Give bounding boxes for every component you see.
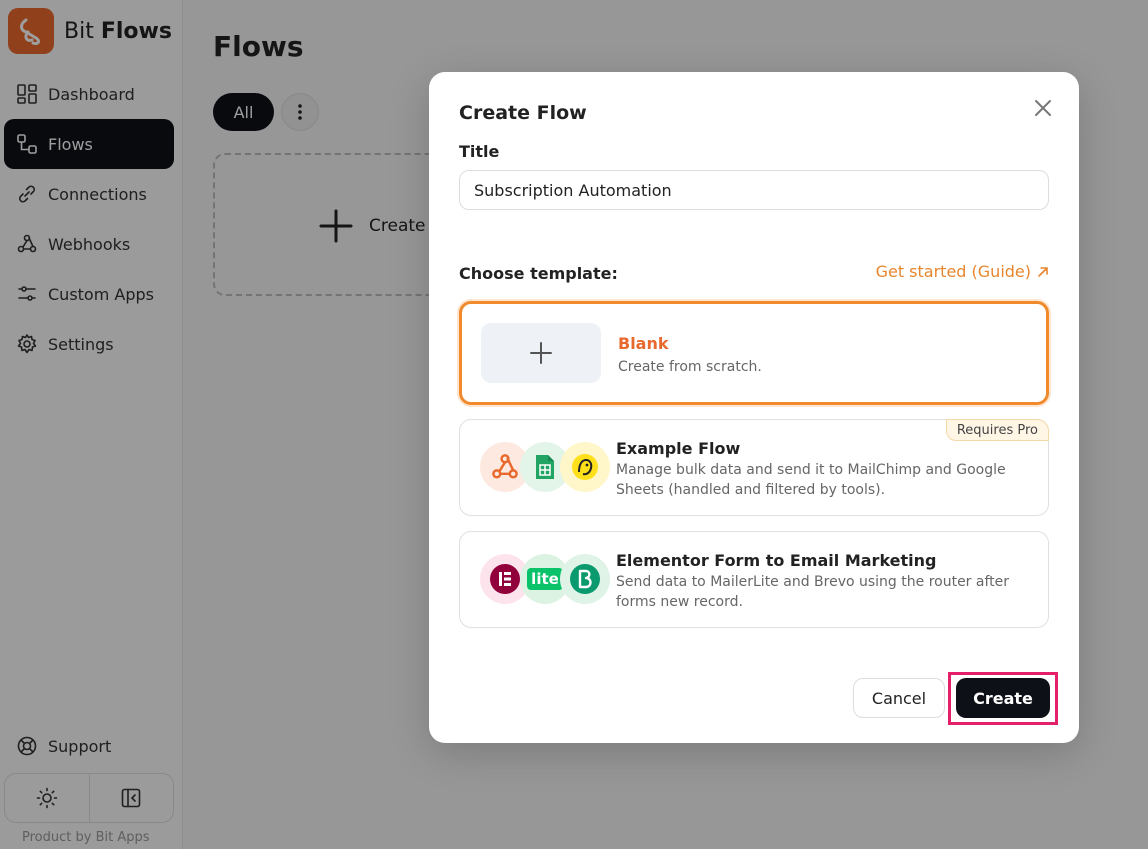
template-app-icons: lite: [480, 554, 610, 606]
template-description: Manage bulk data and send it to MailChim…: [616, 462, 1006, 498]
requires-pro-badge: Requires Pro: [945, 419, 1049, 441]
close-button[interactable]: [1031, 96, 1055, 120]
blank-thumbnail: [481, 323, 601, 383]
choose-template-label: Choose template:: [459, 264, 618, 283]
template-app-icons: [480, 442, 610, 494]
title-input[interactable]: [459, 170, 1049, 210]
template-elementor-form[interactable]: lite Elementor Form to Email Marketing S…: [459, 531, 1049, 628]
template-blank[interactable]: Blank Create from scratch.: [459, 301, 1049, 405]
brevo-icon: [560, 554, 610, 604]
template-description: Create from scratch.: [618, 359, 762, 375]
template-description: Send data to MailerLite and Brevo using …: [616, 574, 1010, 610]
close-icon: [1035, 100, 1051, 116]
external-link-icon: [1038, 266, 1048, 277]
template-name: Elementor Form to Email Marketing: [616, 551, 937, 570]
create-flow-modal: Create Flow Title Choose template: Get s…: [429, 72, 1079, 743]
mailchimp-icon: [560, 442, 610, 492]
mailerlite-icon-text: lite: [527, 568, 563, 590]
plus-icon: [530, 342, 552, 364]
template-name: Blank: [618, 334, 669, 353]
title-label: Title: [459, 142, 500, 161]
modal-title: Create Flow: [459, 102, 587, 124]
create-button[interactable]: Create: [956, 678, 1050, 718]
guide-link-label: Get started (Guide): [875, 262, 1031, 281]
template-name: Example Flow: [616, 439, 741, 458]
cancel-button[interactable]: Cancel: [853, 678, 945, 718]
guide-link[interactable]: Get started (Guide): [876, 262, 1049, 281]
template-example-flow[interactable]: Requires Pro Example Flow Manage bulk da…: [459, 419, 1049, 516]
